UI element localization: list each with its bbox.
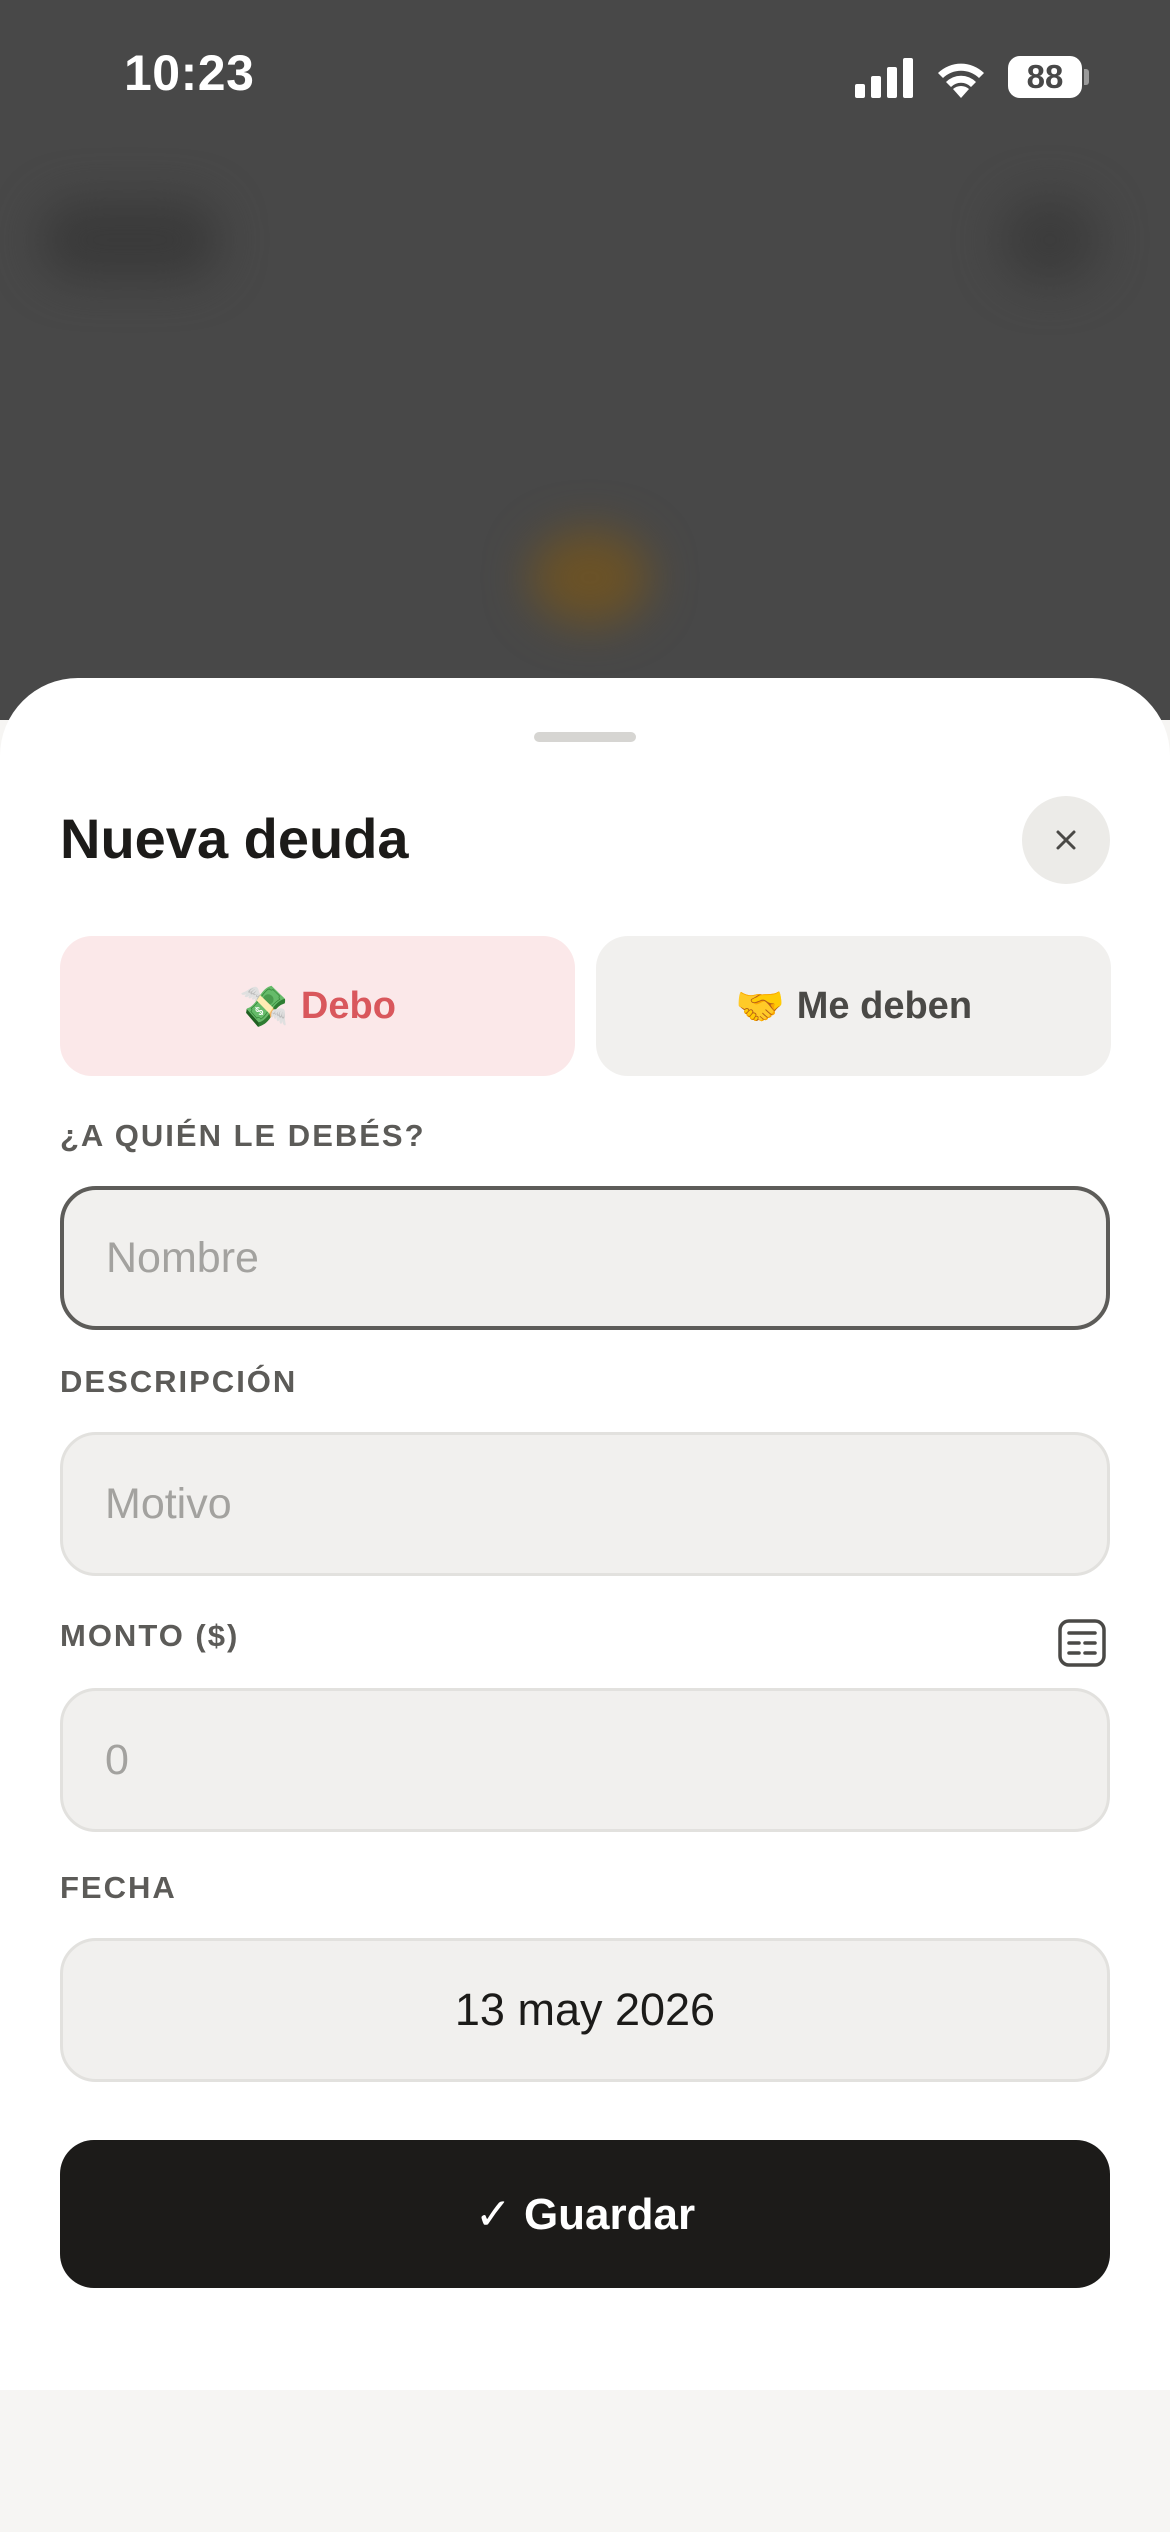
toggle-me-deben-label: Me deben [796, 984, 973, 1027]
toggle-me-deben-button[interactable]: 🤝 Me deben [596, 936, 1111, 1076]
description-input[interactable] [60, 1432, 1110, 1576]
battery-icon: 88 [1008, 56, 1089, 98]
save-button[interactable]: ✓ Guardar [60, 2140, 1110, 2288]
money-wings-icon: 💸 [239, 983, 289, 1030]
handshake-icon: 🤝 [734, 983, 785, 1030]
wifi-icon [938, 63, 984, 98]
calculator-icon[interactable] [1057, 1618, 1107, 1668]
person-name-input[interactable] [60, 1186, 1110, 1330]
sheet-grabber[interactable] [534, 732, 636, 742]
date-field-label: FECHA [60, 1870, 177, 1905]
sheet-title: Nueva deuda [60, 807, 409, 870]
blurred-emoji [530, 530, 650, 625]
battery-level: 88 [1008, 56, 1082, 98]
status-time: 10:23 [124, 45, 255, 101]
blurred-avatar [1000, 195, 1100, 285]
amount-field-label: MONTO ($) [60, 1618, 240, 1653]
date-value: 13 may 2026 [454, 1984, 716, 2035]
battery-cap [1084, 69, 1089, 85]
signal-icon [855, 58, 913, 98]
new-debt-sheet: Nueva deuda 💸 Debo 🤝 Me deben ¿A QUIÉN L… [0, 678, 1170, 2390]
toggle-debo-button[interactable]: 💸 Debo [60, 936, 575, 1076]
blurred-header-element [40, 200, 220, 280]
date-picker[interactable]: 13 may 2026 [60, 1938, 1110, 2082]
person-field-label: ¿A QUIÉN LE DEBÉS? [60, 1118, 426, 1153]
close-button[interactable] [1022, 796, 1110, 884]
toggle-debo-label: Debo [300, 984, 396, 1027]
description-field-label: DESCRIPCIÓN [60, 1364, 298, 1399]
status-bar: 10:23 88 [0, 0, 1170, 150]
amount-input[interactable] [60, 1688, 1110, 1832]
close-icon [1056, 830, 1076, 850]
